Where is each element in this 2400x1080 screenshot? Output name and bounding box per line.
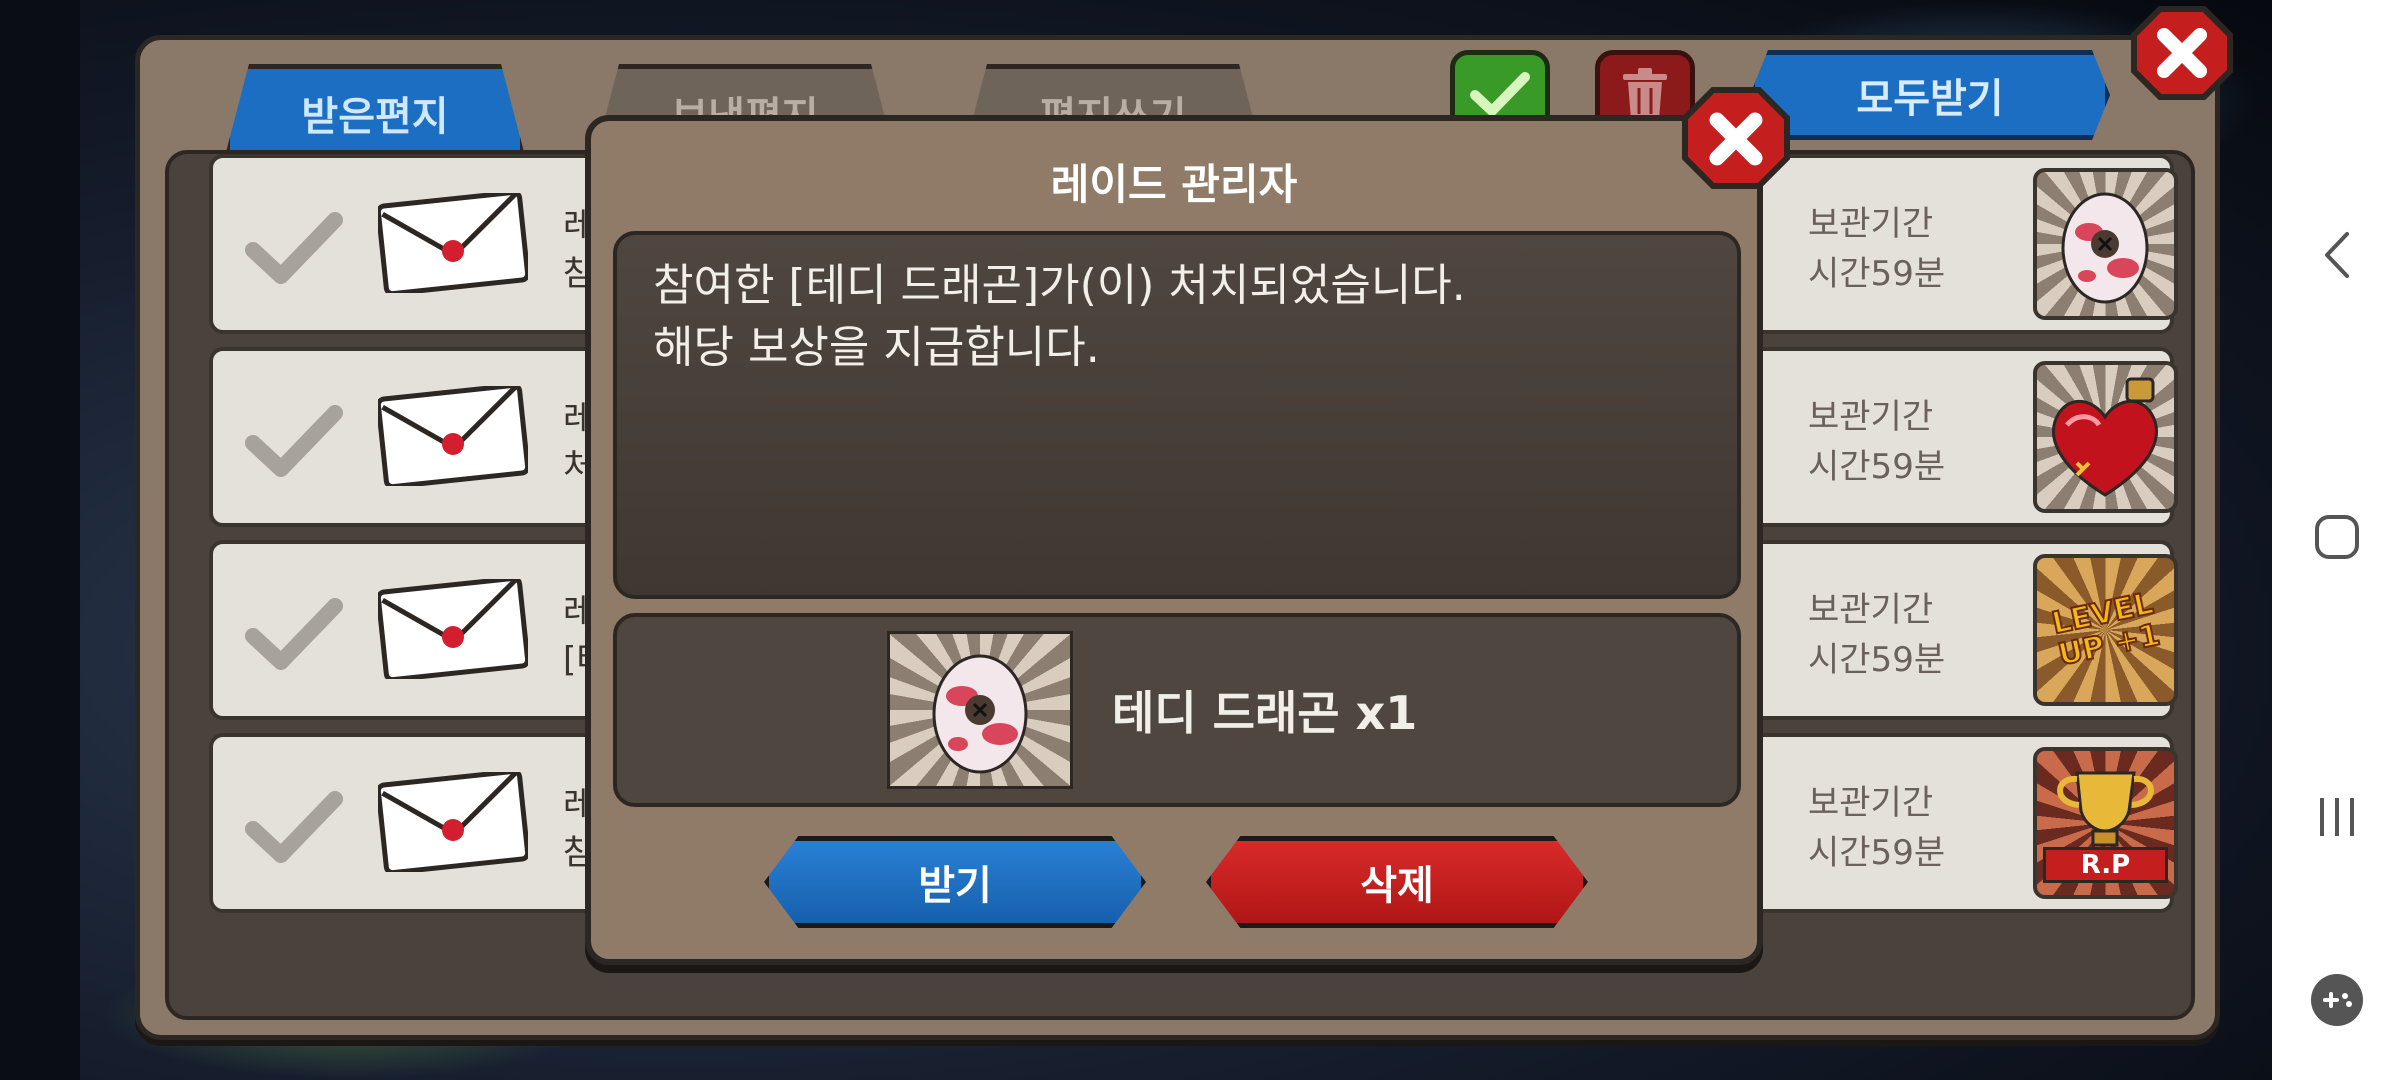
receive-button[interactable]: 받기 (764, 836, 1146, 928)
reward-item (887, 631, 1073, 789)
egg-icon (2061, 192, 2149, 304)
tab-received-mail[interactable]: 받은편지 (225, 64, 525, 156)
envelope-icon (378, 193, 528, 293)
mail-item-rp-trophy[interactable]: R.P (2033, 747, 2178, 899)
mail-item-level-up[interactable]: LEVEL UP +1 (2033, 554, 2178, 706)
game-tools-icon (2311, 974, 2363, 1026)
recents-icon (2320, 798, 2354, 836)
trash-icon (1623, 68, 1667, 120)
home-icon (2315, 515, 2359, 559)
envelope-icon (378, 386, 528, 486)
receive-all-button[interactable]: 모두받기 (1750, 50, 2110, 140)
mail-expire-time: 시간59분 (1808, 447, 1946, 487)
egg-icon (932, 654, 1028, 774)
nav-back-button[interactable] (2302, 220, 2372, 290)
mail-item-egg[interactable] (2033, 168, 2178, 320)
check-icon[interactable] (243, 594, 343, 674)
message-line: 해당 보상을 지급합니다. (653, 322, 1100, 373)
mail-expire-time: 시간59분 (1808, 640, 1946, 680)
reward-name: 테디 드래곤 x1 (1112, 686, 1418, 740)
message-line: 참여한 [테디 드래곤]가(이) 처치되었습니다. (653, 260, 1466, 311)
nav-home-button[interactable] (2302, 502, 2372, 572)
raid-reward-dialog: 레이드 관리자 참여한 [테디 드래곤]가(이) 처치되었습니다. 해당 보상을… (585, 87, 1790, 965)
check-icon[interactable] (243, 401, 343, 481)
nav-recents-button[interactable] (2302, 782, 2372, 852)
android-nav-bar (2272, 0, 2400, 1080)
mail-expire-label: 보관기간 (1808, 204, 1934, 244)
reward-box: 테디 드래곤 x1 (613, 613, 1741, 807)
game-background-left (0, 0, 80, 1080)
check-icon[interactable] (243, 208, 343, 288)
rp-banner: R.P (2043, 847, 2168, 883)
dialog-close-button[interactable] (1681, 86, 1791, 190)
back-icon (2325, 232, 2349, 278)
mail-expire-label: 보관기간 (1808, 590, 1934, 630)
trophy-icon (2057, 771, 2154, 847)
message-box: 참여한 [테디 드래곤]가(이) 처치되었습니다. 해당 보상을 지급합니다. (613, 231, 1741, 599)
mail-item-potion[interactable] (2033, 361, 2178, 513)
envelope-icon (378, 579, 528, 679)
level-up-text: LEVEL UP +1 (2047, 585, 2163, 674)
mail-expire-label: 보관기간 (1808, 397, 1934, 437)
mailbox-close-button[interactable] (2130, 5, 2234, 101)
check-icon[interactable] (243, 787, 343, 867)
envelope-icon (378, 772, 528, 872)
mail-expire-time: 시간59분 (1808, 254, 1946, 294)
game-screen: 받은편지 보낸편지 편지쓰기 모두받기 레 참 (0, 0, 2272, 1080)
delete-button[interactable]: 삭제 (1206, 836, 1588, 928)
level-up-icon: LEVEL UP +1 (2037, 558, 2174, 702)
mail-expire-time: 시간59분 (1808, 833, 1946, 873)
mail-expire-label: 보관기간 (1808, 783, 1934, 823)
checkmark-icon (1470, 72, 1530, 116)
nav-game-tools-button[interactable] (2302, 965, 2372, 1035)
dialog-title: 레이드 관리자 (1050, 160, 1298, 209)
rp-text: R.P (2080, 850, 2131, 880)
potion-icon (2052, 377, 2158, 497)
